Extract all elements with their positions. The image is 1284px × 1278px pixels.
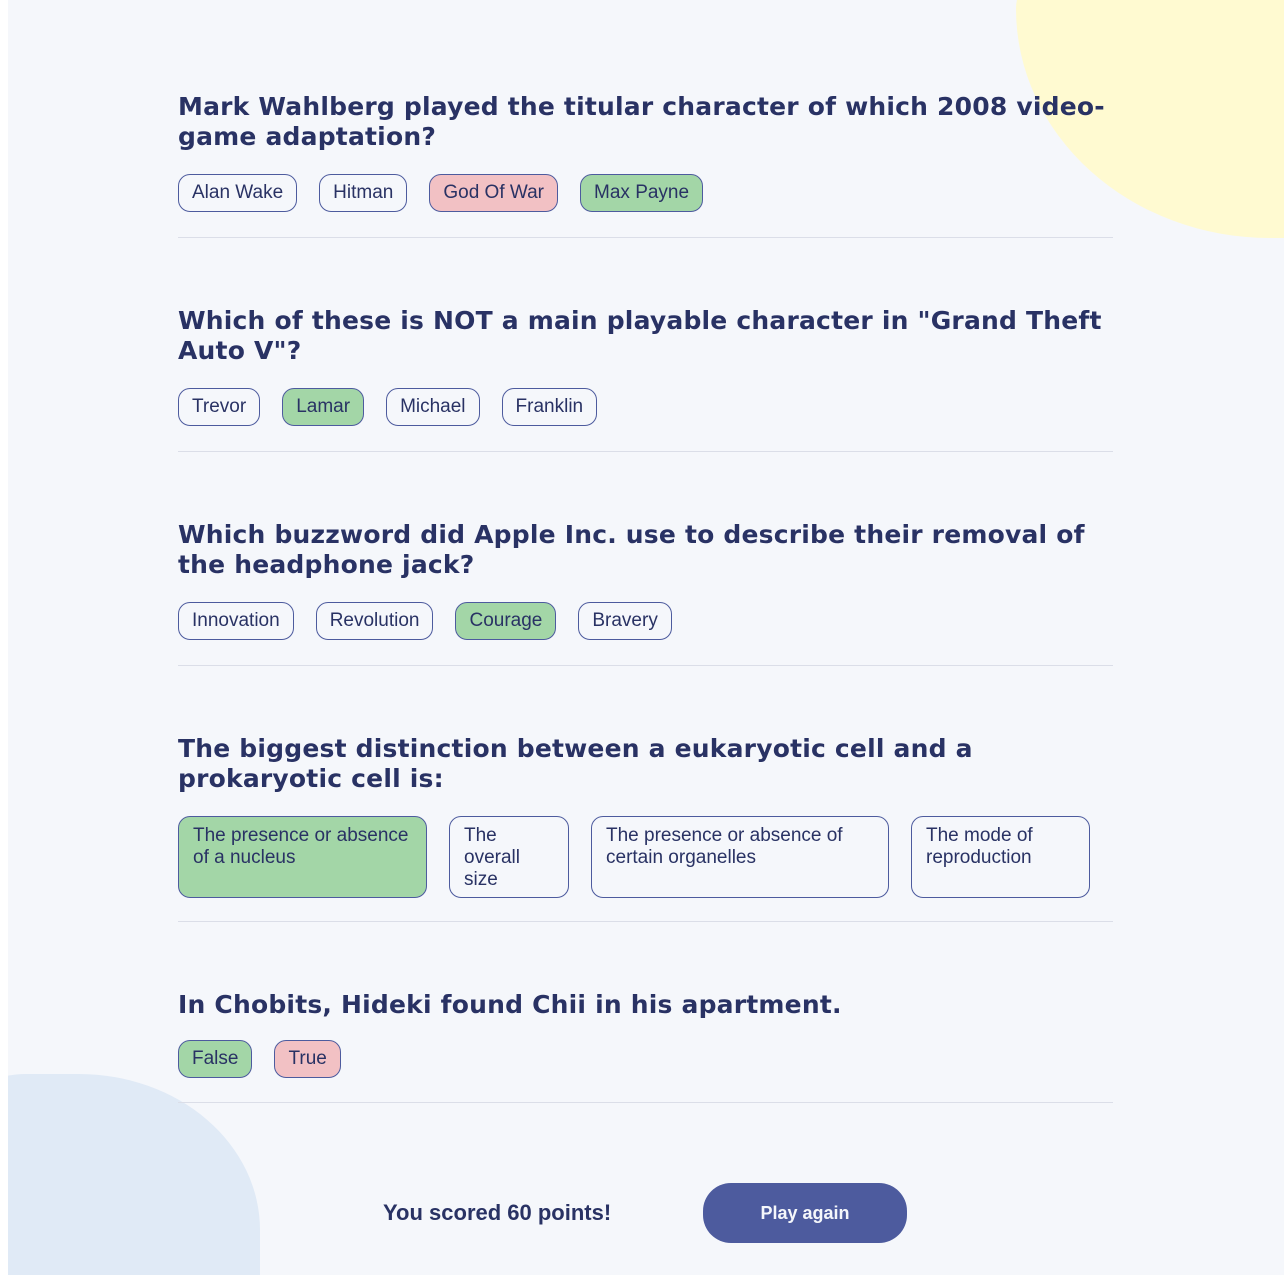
answer-option-wrong[interactable]: God Of War bbox=[429, 174, 559, 212]
answer-option[interactable]: The presence or absence of certain organ… bbox=[591, 816, 889, 898]
answer-option-correct[interactable]: Max Payne bbox=[580, 174, 704, 212]
quiz-page: Mark Wahlberg played the titular charact… bbox=[8, 0, 1284, 1275]
question-text: The biggest distinction between a eukary… bbox=[178, 734, 973, 793]
play-again-button[interactable]: Play again bbox=[703, 1183, 907, 1243]
results-footer: You scored 60 points! Play again bbox=[8, 1183, 1284, 1243]
question-text: Which of these is NOT a main playable ch… bbox=[178, 306, 1102, 365]
answer-option[interactable]: Trevor bbox=[178, 388, 261, 426]
question-text: Mark Wahlberg played the titular charact… bbox=[178, 92, 1105, 151]
answer-option[interactable]: The overall size bbox=[449, 816, 569, 898]
quiz-results: Mark Wahlberg played the titular charact… bbox=[178, 92, 1113, 1103]
answer-list: Innovation Revolution Courage Bravery bbox=[178, 602, 1113, 640]
question-2: Which of these is NOT a main playable ch… bbox=[178, 306, 1113, 452]
question-5: In Chobits, Hideki found Chii in his apa… bbox=[178, 990, 1113, 1103]
question-4: The biggest distinction between a eukary… bbox=[178, 734, 1113, 922]
answer-option-correct[interactable]: Courage bbox=[455, 602, 557, 640]
answer-option-correct[interactable]: False bbox=[178, 1040, 253, 1078]
answer-option[interactable]: Franklin bbox=[501, 388, 598, 426]
answer-option-correct[interactable]: Lamar bbox=[282, 388, 365, 426]
question-text: Which buzzword did Apple Inc. use to des… bbox=[178, 520, 1085, 579]
answer-option[interactable]: Bravery bbox=[578, 602, 672, 640]
question-1: Mark Wahlberg played the titular charact… bbox=[178, 92, 1113, 238]
answer-list: Alan Wake Hitman God Of War Max Payne bbox=[178, 174, 1113, 212]
question-text: In Chobits, Hideki found Chii in his apa… bbox=[178, 990, 842, 1019]
answer-option[interactable]: The mode of reproduction bbox=[911, 816, 1090, 898]
answer-option-wrong[interactable]: True bbox=[274, 1040, 341, 1078]
answer-option[interactable]: Hitman bbox=[319, 174, 408, 212]
answer-option-correct[interactable]: The presence or absence of a nucleus bbox=[178, 816, 427, 898]
answer-list: The presence or absence of a nucleus The… bbox=[178, 816, 1113, 898]
answer-option[interactable]: Revolution bbox=[315, 602, 434, 640]
score-text: You scored 60 points! bbox=[383, 1200, 612, 1225]
answer-list: False True bbox=[178, 1040, 1113, 1078]
answer-option[interactable]: Alan Wake bbox=[178, 174, 298, 212]
answer-option[interactable]: Innovation bbox=[178, 602, 294, 640]
answer-list: Trevor Lamar Michael Franklin bbox=[178, 388, 1113, 426]
answer-option[interactable]: Michael bbox=[386, 388, 480, 426]
decorative-blue-blob bbox=[8, 1074, 260, 1275]
question-3: Which buzzword did Apple Inc. use to des… bbox=[178, 520, 1113, 666]
